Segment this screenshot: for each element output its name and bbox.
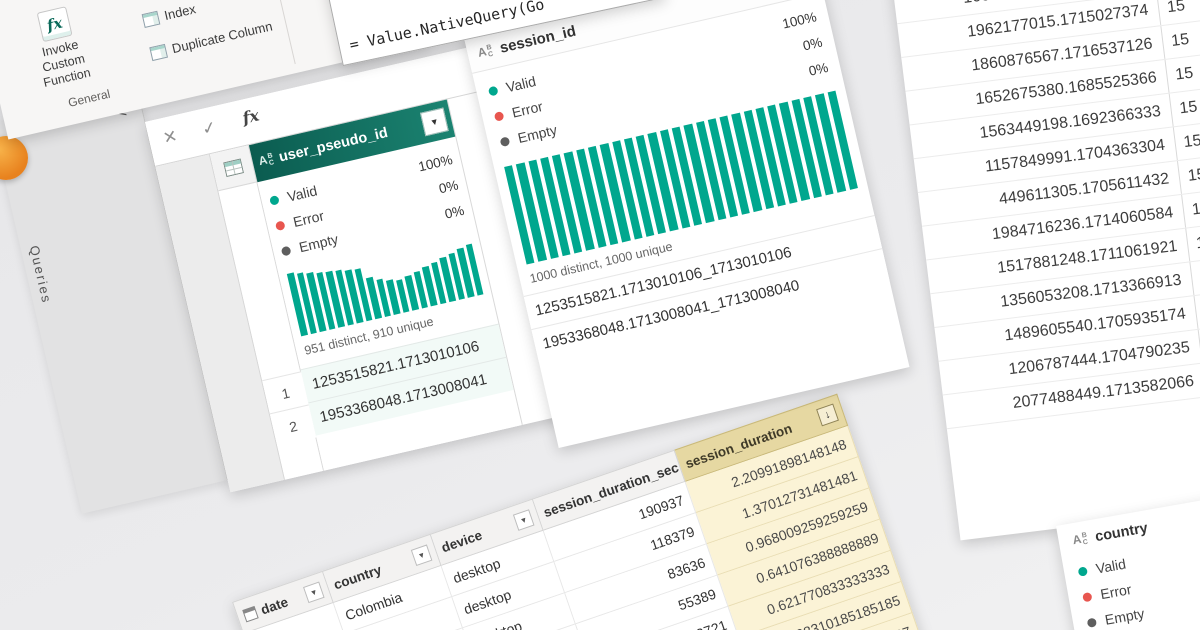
invoke-custom-function-label: Invoke Custom Function bbox=[25, 34, 103, 94]
quality-label: Valid bbox=[286, 182, 319, 204]
quality-label: Empty bbox=[1104, 605, 1146, 628]
right-table-body: 1601977015.1715943306151962177015.171502… bbox=[885, 0, 1200, 429]
quality-label: Error bbox=[292, 207, 326, 230]
id-list-card: 1601977015.1715943306151962177015.171502… bbox=[885, 0, 1200, 540]
quality-label: Valid bbox=[505, 73, 538, 95]
index-column-label: Index bbox=[163, 1, 197, 23]
valid-dot bbox=[488, 85, 499, 96]
filter-dropdown-icon[interactable]: ▼ bbox=[420, 108, 449, 137]
column-name: device bbox=[439, 527, 484, 555]
sort-descending-icon[interactable]: ↓ bbox=[816, 403, 839, 426]
error-dot bbox=[1082, 591, 1092, 601]
quality-label: Empty bbox=[516, 121, 558, 146]
function-fx-icon: fx bbox=[37, 6, 73, 42]
text-type-icon: A B C bbox=[1072, 532, 1089, 548]
quality-percent: 100% bbox=[417, 152, 454, 174]
valid-dot bbox=[1078, 566, 1088, 576]
abc-letter: C bbox=[268, 159, 275, 167]
abc-letter: C bbox=[487, 50, 494, 58]
empty-dot bbox=[1087, 617, 1097, 627]
filter-dropdown-icon[interactable]: ▾ bbox=[513, 509, 535, 531]
duplicate-column-icon bbox=[149, 43, 168, 60]
error-dot bbox=[275, 220, 286, 231]
quality-percent: 100% bbox=[781, 9, 818, 31]
duplicate-column-label: Duplicate Column bbox=[170, 18, 273, 56]
index-column-button[interactable]: Index bbox=[141, 1, 197, 28]
power-query-collage: < Queries fx Invoke Custom Function Inde… bbox=[0, 0, 1200, 630]
filter-dropdown-icon[interactable]: ▾ bbox=[411, 544, 433, 566]
formula-cancel-icon[interactable]: ✕ bbox=[161, 126, 179, 149]
column-name: date bbox=[259, 594, 290, 617]
quality-label: Empty bbox=[297, 231, 339, 256]
quality-label: Valid bbox=[1095, 556, 1127, 577]
queries-pane-vertical-label[interactable]: Queries bbox=[27, 244, 55, 305]
quality-percent: 0% bbox=[801, 34, 823, 53]
text-type-icon: A B C bbox=[257, 152, 275, 169]
abc-letter: C bbox=[1082, 539, 1088, 547]
quality-label: Error bbox=[510, 98, 544, 121]
duplicate-column-button[interactable]: Duplicate Column bbox=[149, 18, 274, 61]
error-dot bbox=[494, 111, 505, 122]
index-column-icon bbox=[142, 10, 161, 27]
quality-percent: 0% bbox=[443, 202, 465, 221]
quality-percent: 0% bbox=[437, 177, 459, 196]
empty-dot bbox=[499, 136, 510, 147]
filter-dropdown-icon[interactable]: ▾ bbox=[303, 581, 325, 603]
quality-label: Error bbox=[1099, 581, 1132, 602]
calendar-icon bbox=[242, 605, 259, 622]
table-icon bbox=[223, 159, 244, 178]
invoke-custom-function-button[interactable]: fx Invoke Custom Function bbox=[17, 2, 103, 94]
column-name-country: country bbox=[1094, 520, 1149, 545]
formula-check-icon[interactable]: ✓ bbox=[200, 117, 218, 140]
text-type-icon: A B C bbox=[476, 43, 494, 60]
empty-dot bbox=[281, 245, 292, 256]
valid-dot bbox=[269, 195, 280, 206]
quality-percent: 0% bbox=[807, 59, 829, 78]
formula-fx-icon: fx bbox=[241, 105, 261, 127]
